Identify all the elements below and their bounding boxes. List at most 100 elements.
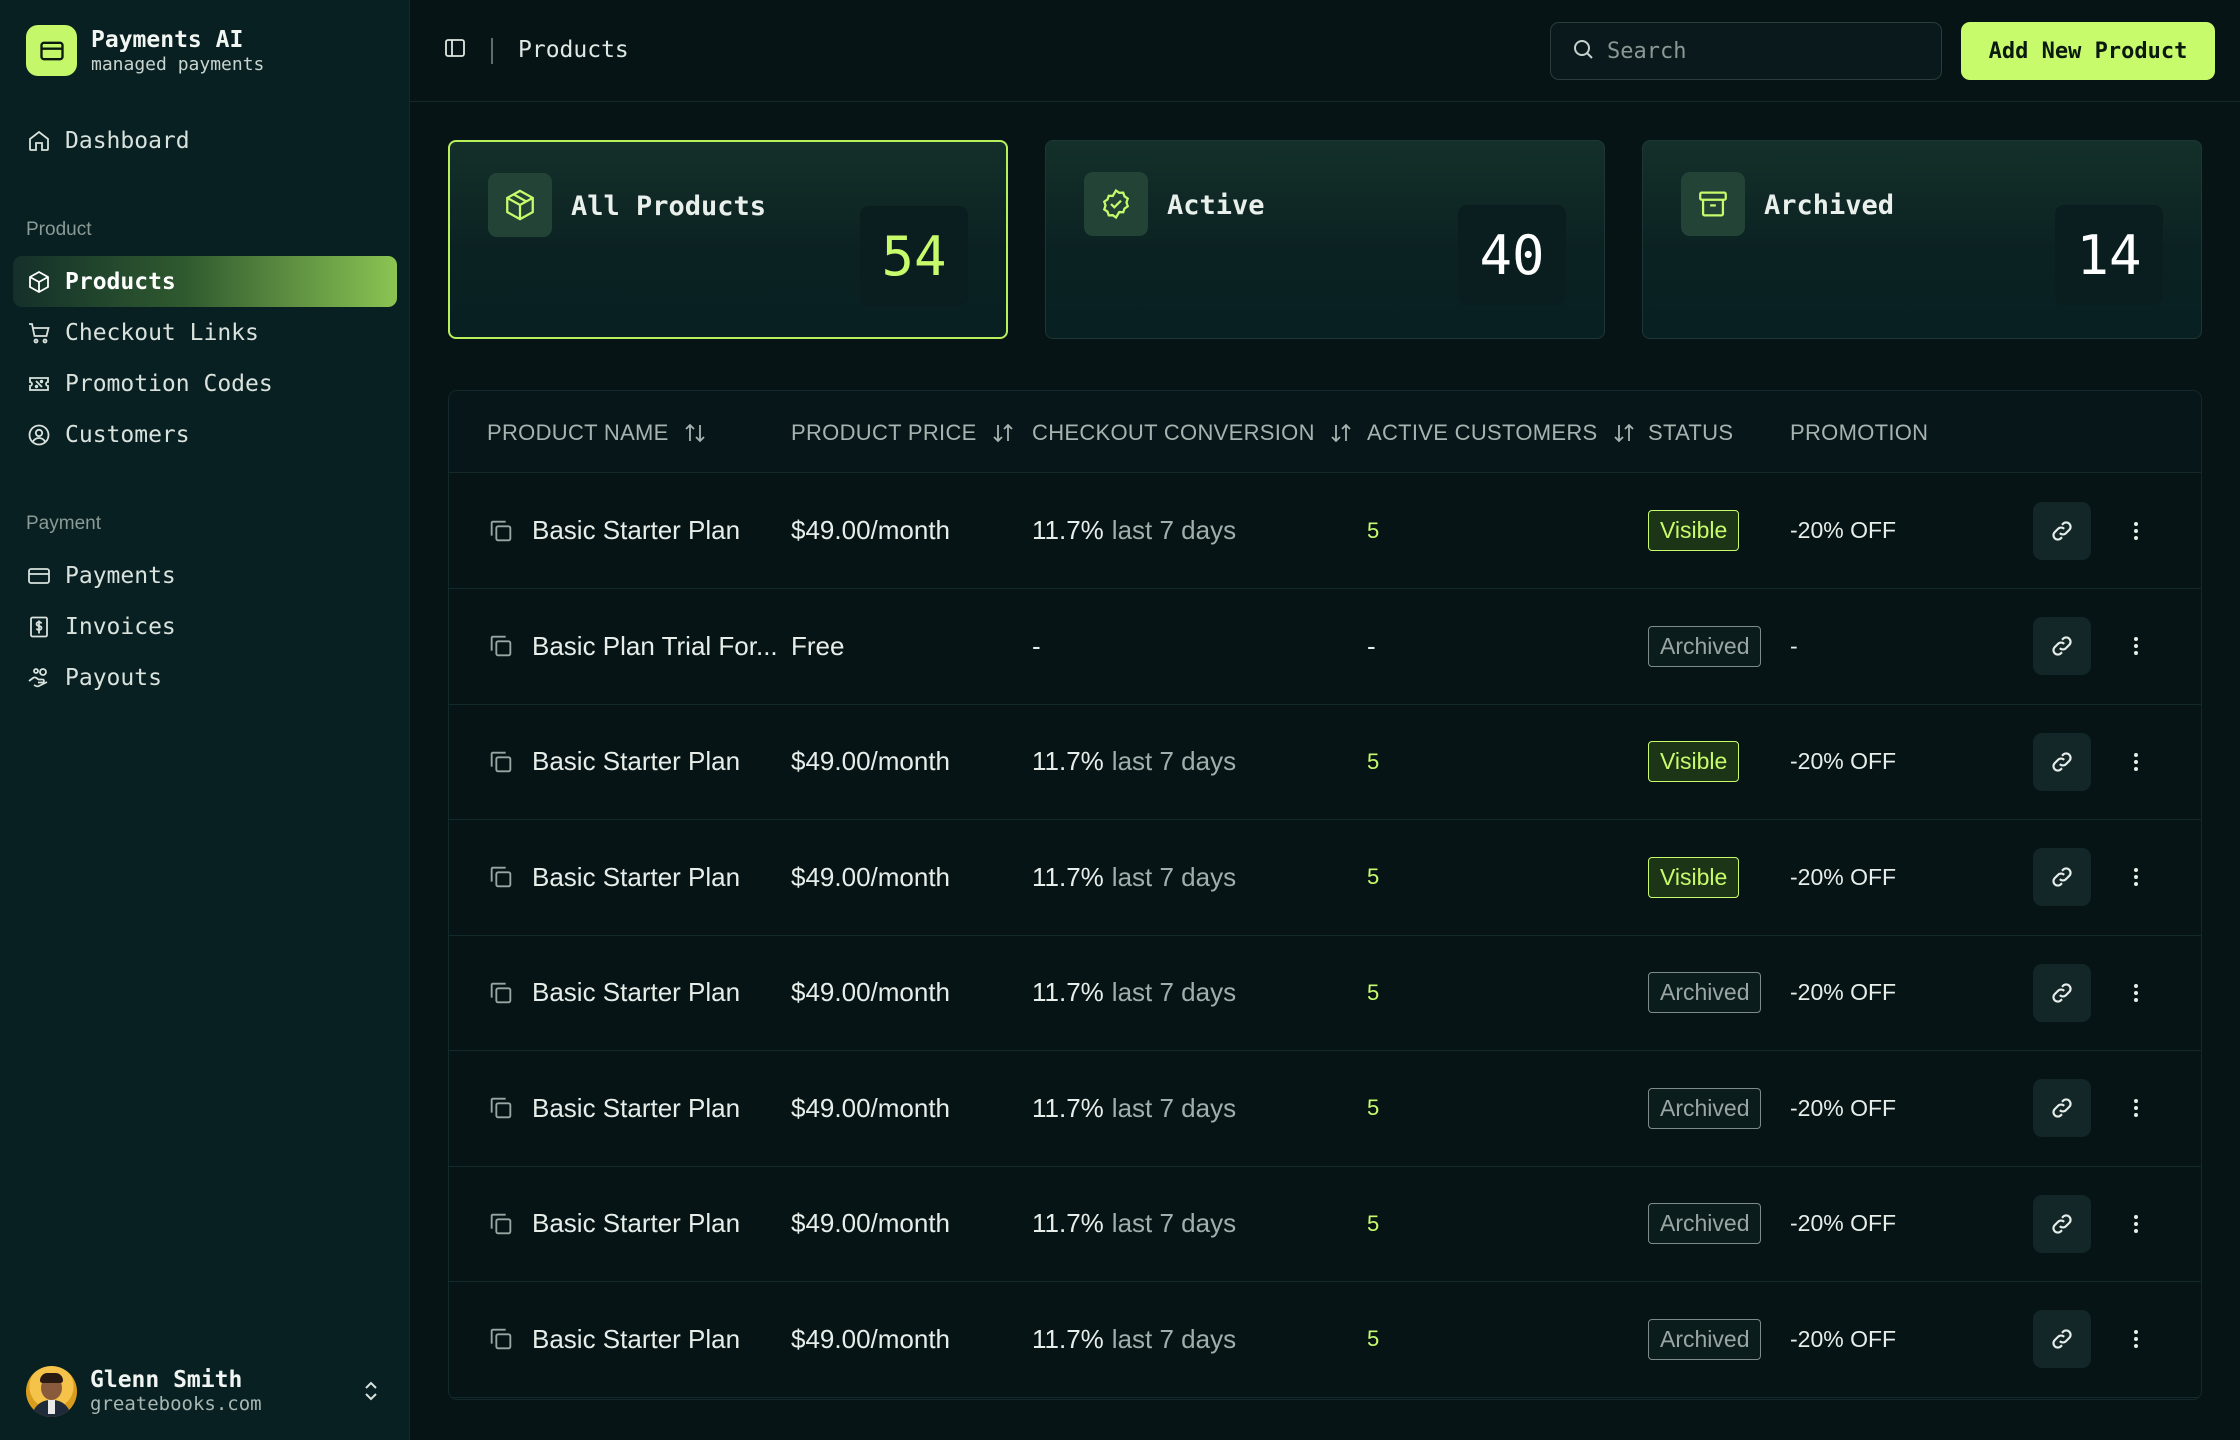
promotion-value: -20% OFF	[1790, 1325, 1897, 1352]
product-price: $49.00/month	[791, 861, 951, 892]
copy-link-button[interactable]	[2033, 1310, 2091, 1368]
sidebar-toggle-icon[interactable]	[443, 36, 471, 64]
active-customers: 5	[1367, 820, 1379, 935]
stat-title: Archived	[1764, 190, 1895, 221]
product-price: Free	[791, 630, 845, 661]
copy-link-button[interactable]	[2033, 732, 2091, 791]
sidebar-item-checkout-links[interactable]: Checkout Links	[13, 307, 397, 358]
product-name[interactable]: Basic Starter Plan	[532, 862, 740, 893]
user-profile[interactable]: Glenn Smith greatebooks.com	[26, 1365, 386, 1417]
active-customers: -	[1367, 589, 1376, 704]
copy-icon[interactable]	[487, 1094, 515, 1122]
copy-link-button[interactable]	[2033, 1194, 2091, 1253]
copy-icon[interactable]	[487, 748, 515, 776]
sort-icon	[1331, 423, 1351, 443]
user-email: greatebooks.com	[90, 1392, 262, 1415]
sidebar-item-dashboard[interactable]: Dashboard	[13, 115, 397, 166]
sidebar-item-payments[interactable]: Payments	[13, 550, 397, 601]
column-header-checkout-conversion[interactable]: CHECKOUT CONVERSION	[1032, 420, 1353, 446]
status-badge: Archived	[1648, 625, 1762, 667]
checkout-conversion: 11.7% last 7 days	[1032, 704, 1236, 819]
copy-icon[interactable]	[487, 979, 515, 1007]
conversion-period: last 7 days	[1111, 1208, 1237, 1238]
copy-link-button[interactable]	[2033, 963, 2091, 1022]
user-name: Glenn Smith	[90, 1366, 243, 1393]
status-badge: Visible	[1648, 510, 1740, 551]
row-actions-button[interactable]	[2121, 1093, 2151, 1123]
product-price: $49.00/month	[791, 1323, 951, 1354]
table-row[interactable]: Basic Starter Plan $49.00/month 11.7% la…	[449, 473, 2201, 589]
conversion-value: 11.7%	[1032, 1208, 1104, 1238]
column-header-status: STATUS	[1648, 420, 1734, 445]
product-name[interactable]: Basic Starter Plan	[532, 515, 740, 546]
sidebar-item-customers[interactable]: Customers	[13, 409, 397, 460]
copy-icon[interactable]	[487, 863, 515, 891]
sidebar-item-label: Payouts	[65, 664, 162, 691]
table-row[interactable]: Basic Starter Plan $49.00/month 11.7% la…	[449, 704, 2201, 820]
product-price: $49.00/month	[791, 977, 951, 1007]
product-name[interactable]: Basic Starter Plan	[532, 1093, 740, 1124]
status-badge: Visible	[1648, 741, 1740, 782]
sidebar-item-promotion-codes[interactable]: Promotion Codes	[13, 358, 397, 409]
add-new-product-button[interactable]: Add New Product	[1961, 22, 2215, 80]
link-icon	[2052, 1213, 2072, 1234]
table-row[interactable]: Basic Starter Plan $49.00/month 11.7% la…	[449, 820, 2201, 936]
sidebar-item-label: Promotion Codes	[65, 370, 273, 397]
search-box[interactable]	[1550, 22, 1942, 80]
copy-link-button[interactable]	[2033, 1079, 2091, 1137]
row-actions-button[interactable]	[2121, 516, 2151, 546]
row-actions-button[interactable]	[2121, 1209, 2151, 1239]
status-badge: Archived	[1648, 1203, 1762, 1244]
chevron-up-down-icon[interactable]	[356, 1376, 386, 1406]
row-actions-button[interactable]	[2121, 978, 2151, 1008]
product-name[interactable]: Basic Plan Trial For...	[532, 631, 778, 662]
sidebar: Payments AI managed payments Dashboard P…	[0, 0, 410, 1440]
copy-icon[interactable]	[487, 1210, 515, 1238]
stat-card-all-products[interactable]: All Products 54	[448, 140, 1008, 339]
sidebar-item-invoices[interactable]: Invoices	[13, 601, 397, 652]
sidebar-item-payouts[interactable]: Payouts	[13, 652, 397, 703]
row-actions-button[interactable]	[2121, 747, 2151, 777]
copy-icon[interactable]	[487, 1325, 515, 1353]
table-row[interactable]: Basic Plan Trial For... Free - - Archive…	[449, 589, 2201, 705]
row-actions-button[interactable]	[2121, 631, 2151, 661]
copy-link-button[interactable]	[2033, 501, 2091, 560]
sort-icon	[993, 423, 1013, 443]
conversion-value: 11.7%	[1032, 746, 1104, 776]
table-row[interactable]: Basic Starter Plan $49.00/month 11.7% la…	[449, 935, 2201, 1051]
column-header-active-customers[interactable]: ACTIVE CUSTOMERS	[1367, 420, 1636, 446]
brand-title: Payments AI	[91, 26, 244, 53]
divider	[491, 38, 493, 64]
status-badge: Archived	[1648, 1318, 1762, 1360]
conversion-value: 11.7%	[1032, 1092, 1104, 1123]
search-input[interactable]	[1607, 38, 1927, 64]
table-row[interactable]: Basic Starter Plan $49.00/month 11.7% la…	[449, 1282, 2201, 1398]
row-actions-button[interactable]	[2121, 1324, 2151, 1354]
customers-value: 5	[1367, 517, 1380, 543]
product-name[interactable]: Basic Starter Plan	[532, 977, 740, 1008]
search-icon	[1571, 37, 1595, 66]
product-name[interactable]: Basic Starter Plan	[532, 1208, 740, 1239]
checkout-conversion: 11.7% last 7 days	[1032, 820, 1236, 935]
active-customers: 5	[1367, 473, 1379, 588]
active-customers: 5	[1367, 704, 1379, 819]
sidebar-item-products[interactable]: Products	[13, 256, 397, 307]
copy-link-button[interactable]	[2033, 848, 2091, 906]
table-row[interactable]: Basic Starter Plan $49.00/month 11.7% la…	[449, 1166, 2201, 1282]
brand[interactable]: Payments AI managed payments	[26, 25, 264, 76]
copy-link-button[interactable]	[2033, 617, 2091, 675]
column-header-product-name[interactable]: PRODUCT NAME	[487, 420, 707, 446]
row-actions-button[interactable]	[2121, 862, 2151, 892]
stat-card-active[interactable]: Active 40	[1045, 140, 1605, 339]
stat-card-archived[interactable]: Archived 14	[1642, 140, 2202, 339]
copy-icon[interactable]	[487, 632, 515, 660]
product-name[interactable]: Basic Starter Plan	[532, 746, 740, 777]
conversion-period: last 7 days	[1111, 746, 1237, 776]
product-name[interactable]: Basic Starter Plan	[532, 1324, 740, 1355]
column-header-product-price[interactable]: PRODUCT PRICE	[791, 420, 1015, 446]
table-row[interactable]: Basic Starter Plan $49.00/month 11.7% la…	[449, 1051, 2201, 1167]
active-customers: 5	[1367, 1282, 1379, 1397]
badge-check-icon	[1084, 172, 1148, 236]
product-price: $49.00/month	[791, 515, 951, 545]
copy-icon[interactable]	[487, 517, 515, 545]
